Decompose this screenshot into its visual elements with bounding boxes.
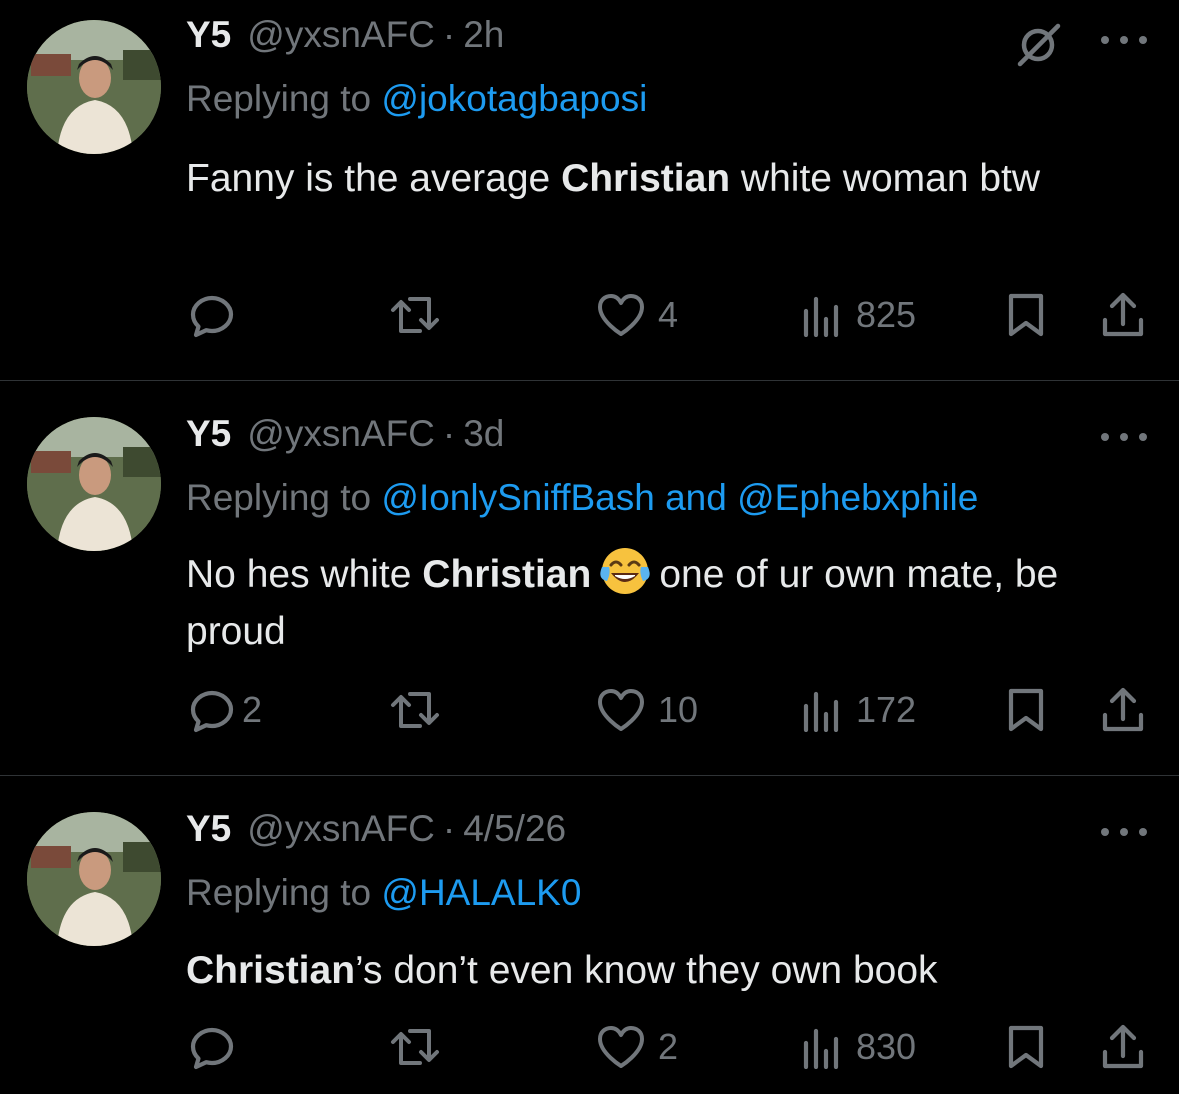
views-button[interactable]: 172: [802, 685, 916, 735]
bookmark-button[interactable]: [1006, 1022, 1046, 1072]
heart-icon: [598, 294, 644, 336]
tweet-text-part: ’s don’t even know they own book: [355, 949, 938, 992]
like-button[interactable]: 10: [596, 685, 698, 735]
bookmark-icon: [1008, 293, 1044, 337]
tweet-text: Christian’s don’t even know they own boo…: [186, 942, 1156, 999]
tweet[interactable]: Y5 @yxsnAFC · 4/5/26 Replying to @HALALK…: [0, 776, 1179, 1094]
tweet-text: Fanny is the average Christian white wom…: [186, 150, 1156, 207]
tweet-text: No hes white Christian one of ur own mat…: [186, 545, 1156, 660]
timestamp[interactable]: 3d: [463, 413, 504, 455]
view-count: 830: [856, 1026, 917, 1067]
like-count: 2: [658, 1026, 679, 1067]
tweet[interactable]: Y5 @yxsnAFC · 3d Replying to @IonlySniff…: [0, 381, 1179, 775]
user-handle[interactable]: @yxsnAFC: [247, 413, 435, 455]
avatar-photo: [27, 20, 161, 154]
retweet-icon: [391, 1029, 439, 1065]
reply-button[interactable]: 2: [188, 685, 262, 735]
reply-mention-link[interactable]: @HALALK0: [381, 872, 581, 913]
tweet-text-part: Fanny is the average: [186, 157, 562, 200]
separator-dot: ·: [442, 413, 456, 454]
avatar-photo: [27, 417, 161, 551]
reply-icon: [190, 295, 234, 338]
tweet-text-part: white woman btw: [730, 157, 1041, 200]
user-handle[interactable]: @yxsnAFC: [247, 808, 435, 850]
tweet-header: Y5 @yxsnAFC · 2h: [186, 14, 504, 62]
reply-icon: [190, 1027, 234, 1070]
replying-to-label: Replying to: [186, 477, 382, 518]
replying-to-label: Replying to: [186, 78, 382, 119]
reply-mention-link[interactable]: @IonlySniffBash: [381, 477, 654, 518]
display-name[interactable]: Y5: [186, 14, 231, 56]
like-button[interactable]: 2: [596, 1022, 678, 1072]
view-count: 825: [856, 294, 917, 335]
replying-to: Replying to @jokotagbaposi: [186, 78, 647, 120]
retweet-icon: [391, 692, 439, 728]
replying-to-label: Replying to: [186, 872, 382, 913]
like-button[interactable]: 4: [596, 290, 678, 340]
display-name[interactable]: Y5: [186, 808, 231, 850]
heart-icon: [598, 1026, 644, 1068]
tweet[interactable]: Y5 @yxsnAFC · 2h Replying to @jokotagbap…: [0, 0, 1179, 380]
timestamp[interactable]: 2h: [463, 14, 504, 56]
action-bar: 2 830: [188, 1022, 1148, 1072]
reply-mention-link[interactable]: @jokotagbaposi: [381, 78, 647, 119]
tweet-text-part: No hes white: [186, 553, 423, 596]
bookmark-icon: [1008, 688, 1044, 732]
retweet-button[interactable]: [388, 290, 442, 340]
reply-icon: [190, 690, 234, 733]
tweet-header: Y5 @yxsnAFC · 4/5/26: [186, 808, 566, 856]
heart-icon: [598, 689, 644, 731]
reply-and-label: and: [654, 477, 738, 518]
views-button[interactable]: 830: [802, 1022, 916, 1072]
share-button[interactable]: [1100, 685, 1146, 735]
like-count: 4: [658, 294, 679, 335]
more-options-icon[interactable]: [1101, 427, 1147, 447]
avatar-photo: [27, 812, 161, 946]
more-options-icon[interactable]: [1101, 30, 1147, 50]
reply-count: 2: [242, 689, 263, 730]
retweet-icon: [391, 297, 439, 333]
share-button[interactable]: [1100, 290, 1146, 340]
view-count: 172: [856, 689, 917, 730]
user-handle[interactable]: @yxsnAFC: [247, 14, 435, 56]
action-bar: 2 10 172: [188, 685, 1148, 735]
reply-button[interactable]: [188, 1022, 236, 1072]
bookmark-button[interactable]: [1006, 685, 1046, 735]
reply-button[interactable]: [188, 290, 236, 340]
replying-to: Replying to @IonlySniffBash and @Ephebxp…: [186, 477, 978, 519]
action-bar: 4 825: [188, 290, 1148, 340]
display-name[interactable]: Y5: [186, 413, 231, 455]
views-chart-icon: [803, 1028, 839, 1069]
share-icon: [1102, 292, 1144, 337]
avatar[interactable]: [27, 20, 161, 154]
timestamp[interactable]: 4/5/26: [463, 808, 566, 850]
avatar[interactable]: [27, 812, 161, 946]
tweet-text-highlight: Christian: [561, 157, 731, 200]
like-count: 10: [658, 689, 699, 730]
mute-circle-slash-icon[interactable]: [1014, 20, 1064, 70]
bookmark-button[interactable]: [1006, 290, 1046, 340]
face-with-tears-of-joy-emoji: [599, 545, 651, 597]
reply-mention-link[interactable]: @Ephebxphile: [737, 477, 978, 518]
replying-to: Replying to @HALALK0: [186, 872, 581, 914]
share-button[interactable]: [1100, 1022, 1146, 1072]
tweet-header: Y5 @yxsnAFC · 3d: [186, 413, 504, 461]
avatar[interactable]: [27, 417, 161, 551]
tweet-text-highlight: Christian: [422, 553, 592, 596]
separator-dot: ·: [442, 14, 456, 55]
tweet-text-highlight: Christian: [186, 949, 356, 992]
retweet-button[interactable]: [388, 685, 442, 735]
views-chart-icon: [803, 691, 839, 732]
separator-dot: ·: [442, 808, 456, 849]
views-chart-icon: [803, 296, 839, 337]
bookmark-icon: [1008, 1025, 1044, 1069]
retweet-button[interactable]: [388, 1022, 442, 1072]
share-icon: [1102, 1024, 1144, 1069]
views-button[interactable]: 825: [802, 290, 916, 340]
share-icon: [1102, 687, 1144, 732]
more-options-icon[interactable]: [1101, 822, 1147, 842]
